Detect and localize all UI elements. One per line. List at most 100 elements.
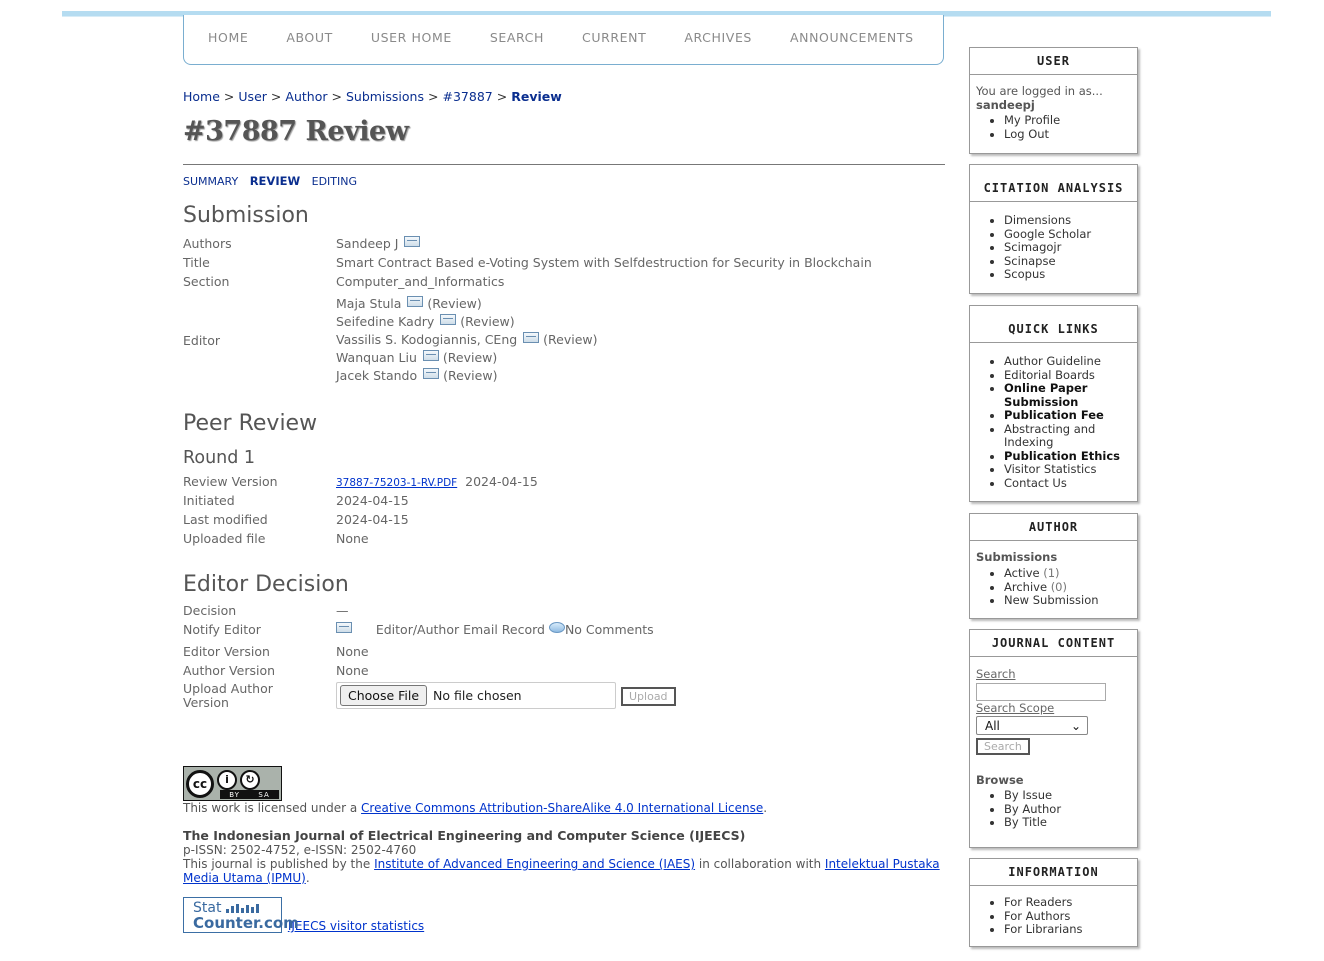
log-out-link[interactable]: Log Out: [1004, 127, 1131, 142]
cc-label-bar: BY SA: [220, 790, 279, 799]
editor-name: Maja Stula: [336, 296, 402, 311]
search-scope-label: Search Scope: [976, 701, 1055, 715]
my-profile-link[interactable]: My Profile: [1004, 113, 1131, 128]
browse-by-author[interactable]: By Author: [1004, 802, 1131, 817]
editor-entry: Maja Stula (Review): [336, 295, 872, 313]
info-for-librarians[interactable]: For Librarians: [1004, 922, 1131, 937]
citation-link-scinapse[interactable]: Scinapse: [1004, 254, 1131, 269]
initiated-value: 2024-04-15: [336, 493, 409, 508]
editor-role: (Review): [460, 314, 515, 329]
archive-submissions-link[interactable]: Archive (0): [1004, 580, 1131, 595]
notify-email-icon[interactable]: [336, 622, 352, 633]
publisher-link[interactable]: Institute of Advanced Engineering and Sc…: [374, 857, 695, 871]
notify-editor-label: Notify Editor: [183, 622, 261, 637]
license-link[interactable]: Creative Commons Attribution-ShareAlike …: [361, 801, 763, 815]
visitor-stats-link[interactable]: IJEECS visitor statistics: [288, 919, 424, 933]
email-record-link[interactable]: Editor/Author Email Record: [376, 622, 545, 637]
email-icon[interactable]: [422, 350, 439, 361]
submission-table: Authors Sandeep J Title Smart Contract B…: [183, 236, 872, 385]
nav-announcements[interactable]: ANNOUNCEMENTS: [790, 15, 914, 61]
cc-license-badge[interactable]: cc i ↻ BY SA: [183, 766, 282, 801]
citation-link-scopus[interactable]: Scopus: [1004, 267, 1131, 282]
no-file-chosen: No file chosen: [433, 688, 522, 703]
nav-archives[interactable]: ARCHIVES: [684, 15, 752, 61]
tab-summary[interactable]: SUMMARY: [183, 175, 238, 188]
quick-link-abstracting-indexing[interactable]: Abstracting and Indexing: [1004, 422, 1131, 450]
quick-link-author-guideline[interactable]: Author Guideline: [1004, 354, 1131, 369]
submissions-label: Submissions: [976, 550, 1058, 564]
quick-link-online-paper-submission[interactable]: Online Paper Submission: [1004, 381, 1131, 409]
authors-label: Authors: [183, 236, 232, 251]
review-version-label: Review Version: [183, 474, 278, 489]
search-scope-select[interactable]: All ⌄: [976, 716, 1088, 735]
browse-by-issue[interactable]: By Issue: [1004, 788, 1131, 803]
collab-text: in collaboration with: [695, 857, 825, 871]
review-version-file-link[interactable]: 37887-75203-1-RV.PDF: [336, 477, 457, 489]
editor-entry: Seifedine Kadry (Review): [336, 313, 872, 331]
author-block-title: AUTHOR: [970, 514, 1137, 541]
title-value: Smart Contract Based e-Voting System wit…: [336, 255, 872, 270]
email-icon[interactable]: [523, 332, 540, 343]
title-label: Title: [183, 255, 210, 270]
citation-link-dimensions[interactable]: Dimensions: [1004, 213, 1131, 228]
upload-button[interactable]: Upload: [621, 687, 676, 706]
file-input[interactable]: Choose File No file chosen: [336, 682, 616, 709]
statcounter-bars-icon: [226, 904, 259, 913]
breadcrumb-submissions[interactable]: Submissions: [346, 89, 424, 104]
quick-link-online-paper-submission-label: Online Paper Submission: [1004, 381, 1088, 409]
info-for-authors[interactable]: For Authors: [1004, 909, 1131, 924]
author-version-label: Author Version: [183, 663, 276, 678]
journal-name: The Indonesian Journal of Electrical Eng…: [183, 828, 746, 843]
breadcrumb-author[interactable]: Author: [285, 89, 327, 104]
collab-suffix: .: [305, 871, 310, 885]
breadcrumb-separator: >: [428, 89, 439, 104]
decision-label: Decision: [183, 603, 237, 618]
browse-by-title[interactable]: By Title: [1004, 815, 1131, 830]
email-icon[interactable]: [404, 236, 421, 247]
info-for-readers[interactable]: For Readers: [1004, 895, 1131, 910]
nav-current[interactable]: CURRENT: [582, 15, 646, 61]
email-icon[interactable]: [407, 296, 424, 307]
submission-heading: Submission: [183, 203, 309, 228]
author-version-value: None: [336, 663, 369, 678]
nav-search[interactable]: SEARCH: [490, 15, 544, 61]
nav-home[interactable]: HOME: [208, 15, 248, 61]
quick-links-block: QUICK LINKS Author Guideline Editorial B…: [969, 305, 1138, 502]
chevron-down-icon: ⌄: [1070, 718, 1081, 733]
quick-links-title: QUICK LINKS: [970, 306, 1137, 343]
quick-link-editorial-boards[interactable]: Editorial Boards: [1004, 368, 1131, 383]
statcounter-logo[interactable]: Stat Counter.com: [183, 897, 299, 933]
breadcrumb-current[interactable]: Review: [511, 89, 562, 104]
choose-file-button[interactable]: Choose File: [340, 685, 428, 706]
citation-link-scimagojr[interactable]: Scimagojr: [1004, 240, 1131, 255]
license-suffix: .: [763, 801, 768, 815]
breadcrumb-home[interactable]: Home: [183, 89, 220, 104]
sidebar-search-input[interactable]: [976, 683, 1106, 701]
journal-content-block: JOURNAL CONTENT Search Search Scope All ⌄…: [969, 629, 1138, 848]
email-icon[interactable]: [440, 314, 457, 325]
new-submission-link[interactable]: New Submission: [1004, 593, 1131, 608]
issn: p-ISSN: 2502-4752, e-ISSN: 2502-4760: [183, 843, 417, 857]
quick-link-publication-fee[interactable]: Publication Fee: [1004, 408, 1131, 423]
page-footer: cc i ↻ BY SA This work is licensed under …: [183, 766, 945, 933]
statcounter-row: Stat Counter.com IJEECS visitor statisti…: [183, 897, 945, 933]
citation-link-google-scholar[interactable]: Google Scholar: [1004, 227, 1131, 242]
quick-link-contact-us[interactable]: Contact Us: [1004, 476, 1131, 491]
page-title: #37887 Review: [183, 116, 409, 147]
comment-icon[interactable]: [548, 622, 565, 633]
tab-review[interactable]: REVIEW: [250, 174, 300, 188]
tab-editing[interactable]: EDITING: [312, 175, 357, 188]
nav-about[interactable]: ABOUT: [286, 15, 333, 61]
no-comments[interactable]: No Comments: [565, 622, 654, 637]
active-submissions-link[interactable]: Active (1): [1004, 566, 1131, 581]
nav-user-home[interactable]: USER HOME: [371, 15, 452, 61]
email-icon[interactable]: [423, 368, 440, 379]
quick-link-publication-ethics[interactable]: Publication Ethics: [1004, 449, 1131, 464]
editor-role: (Review): [443, 368, 498, 383]
breadcrumb-submission-id[interactable]: #37887: [442, 89, 492, 104]
breadcrumb-user[interactable]: User: [238, 89, 267, 104]
breadcrumb-separator: >: [270, 89, 282, 104]
sidebar-search-button[interactable]: Search: [976, 738, 1030, 755]
author-block: AUTHOR Submissions Active (1) Archive (0…: [969, 513, 1138, 619]
quick-link-visitor-statistics[interactable]: Visitor Statistics: [1004, 462, 1131, 477]
